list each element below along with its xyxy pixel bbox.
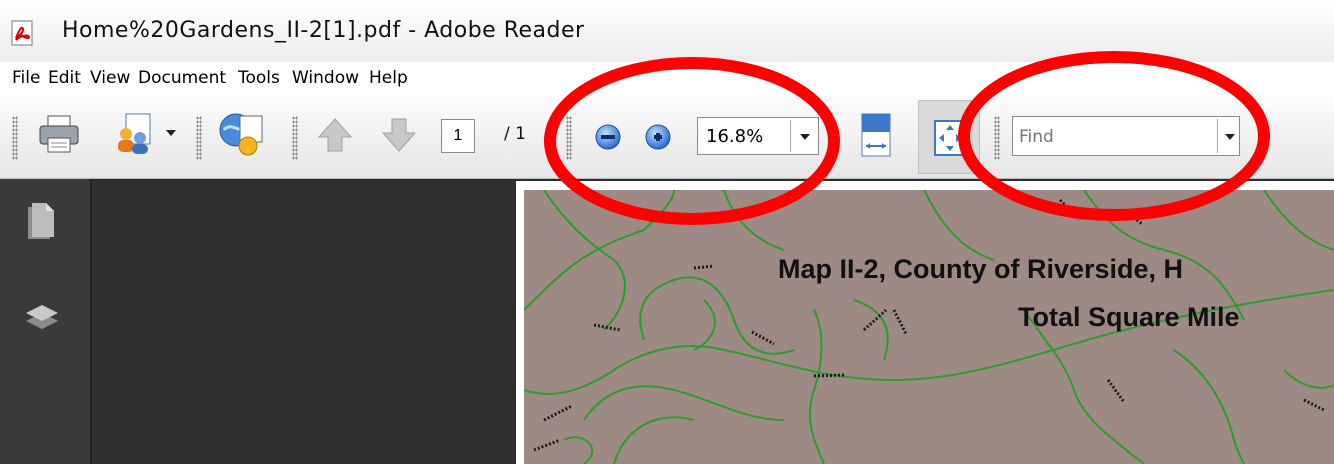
divider [1217, 119, 1218, 153]
full-screen-button[interactable] [918, 100, 980, 174]
menu-view[interactable]: View [90, 68, 130, 88]
collaborate-icon[interactable] [112, 112, 156, 156]
navigation-pane [0, 179, 92, 464]
zoom-out-icon[interactable] [594, 123, 622, 151]
menu-document[interactable]: Document [138, 68, 226, 88]
toolbar-grip[interactable] [196, 116, 202, 160]
layers-icon[interactable] [22, 295, 62, 335]
window-title: Home%20Gardens_II-2[1].pdf - Adobe Reade… [62, 18, 585, 43]
toolbar-grip[interactable] [566, 116, 572, 160]
pdf-icon [11, 20, 33, 46]
zoom-level-select[interactable]: 16.8% [697, 117, 819, 155]
pages-icon[interactable] [26, 201, 56, 239]
chevron-down-icon[interactable] [800, 134, 810, 140]
zoom-level-value: 16.8% [706, 126, 764, 147]
secure-icon[interactable] [218, 110, 268, 158]
current-page-field[interactable]: 1 [441, 119, 475, 153]
find-field[interactable] [1012, 116, 1240, 156]
menu-window[interactable]: Window [292, 68, 359, 88]
toolbar-grip[interactable] [292, 116, 298, 160]
divider [790, 120, 791, 152]
menu-help[interactable]: Help [369, 68, 408, 88]
menu-tools[interactable]: Tools [238, 68, 280, 88]
chevron-down-icon[interactable] [166, 130, 176, 136]
title-bar: Home%20Gardens_II-2[1].pdf - Adobe Reade… [0, 0, 1334, 63]
toolbar-grip[interactable] [12, 116, 18, 160]
toolbar-grip[interactable] [994, 116, 1000, 160]
menu-edit[interactable]: Edit [48, 68, 81, 88]
fit-width-icon[interactable] [860, 112, 892, 158]
map-title: Map II-2, County of Riverside, H [778, 254, 1184, 284]
next-page-icon[interactable] [380, 116, 418, 154]
full-screen-icon [934, 120, 966, 156]
map-subtitle: Total Square Mile [1018, 302, 1240, 332]
menu-bar: File Edit View Document Tools Window Hel… [0, 62, 1334, 96]
map-image: Map II-2, County of Riverside, H Total S… [524, 190, 1334, 464]
menu-file[interactable]: File [12, 68, 40, 88]
navigation-panel [92, 179, 516, 464]
print-icon[interactable] [38, 112, 80, 156]
prev-page-icon[interactable] [316, 116, 354, 154]
zoom-in-icon[interactable] [644, 123, 672, 151]
page-total: / 1 [504, 124, 526, 144]
find-input[interactable] [1017, 121, 1211, 153]
chevron-down-icon[interactable] [1225, 134, 1235, 140]
